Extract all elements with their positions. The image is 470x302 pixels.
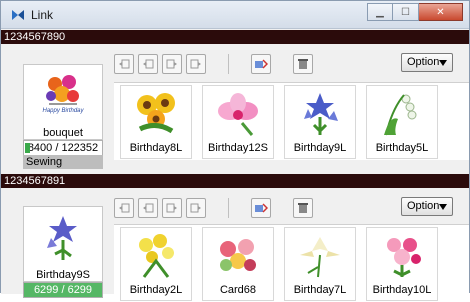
toolbar-separator bbox=[228, 54, 229, 74]
move-prev-button[interactable] bbox=[138, 198, 158, 218]
move-first-button[interactable] bbox=[114, 198, 134, 218]
move-first-button[interactable] bbox=[114, 54, 134, 74]
maximize-button[interactable]: ☐ bbox=[393, 3, 419, 21]
design-name: bouquet bbox=[43, 127, 83, 139]
queue-tile[interactable]: Birthday12S bbox=[202, 85, 274, 159]
stitch-counter: 6299 / 6299 bbox=[23, 282, 103, 298]
machine-panel: Happy Birthday bouquet 8400 / 122352 Sew… bbox=[1, 44, 469, 173]
current-design-card[interactable]: Happy Birthday bouquet bbox=[23, 64, 103, 140]
tile-label: Birthday8L bbox=[129, 142, 183, 154]
machine-id-bar: 1234567890 bbox=[1, 30, 469, 44]
move-left-one-icon bbox=[143, 203, 154, 213]
tile-label: Birthday5L bbox=[375, 142, 429, 154]
close-icon: ✕ bbox=[436, 6, 445, 18]
send-button[interactable] bbox=[251, 198, 271, 218]
minimize-icon: ▁ bbox=[376, 6, 384, 18]
svg-text:Happy Birthday: Happy Birthday bbox=[42, 108, 84, 114]
move-left-icon bbox=[119, 59, 130, 69]
send-icon bbox=[255, 203, 268, 213]
window-title: Link bbox=[31, 8, 54, 22]
chevron-down-icon bbox=[439, 204, 447, 210]
lily-of-valley-icon bbox=[384, 94, 417, 136]
current-design-card[interactable]: Birthday9S bbox=[23, 206, 103, 282]
delete-icon bbox=[298, 203, 308, 213]
close-button[interactable]: ✕ bbox=[419, 3, 463, 21]
option-dropdown[interactable]: Option bbox=[401, 197, 453, 216]
move-last-button[interactable] bbox=[186, 54, 206, 74]
machine-id-bar: 1234567891 bbox=[1, 174, 469, 188]
status-label: Sewing bbox=[23, 155, 103, 169]
tile-label: Birthday7L bbox=[293, 284, 347, 296]
tile-label: Birthday10L bbox=[372, 284, 432, 296]
toolbar bbox=[114, 198, 313, 218]
queue-tile[interactable]: Birthday8L bbox=[120, 85, 192, 159]
pink-bouquet-icon bbox=[387, 238, 421, 277]
tile-label: Card68 bbox=[219, 284, 257, 296]
design-queue: Birthday8L Birthday12S Birthday9L Birthd… bbox=[114, 82, 469, 160]
blue-flowers-icon bbox=[47, 216, 77, 260]
tile-label: Birthday12S bbox=[208, 142, 268, 154]
blue-flowers-icon bbox=[304, 93, 338, 135]
chevron-down-icon bbox=[439, 60, 447, 66]
title-bar: Link ▁ ☐ ✕ bbox=[1, 1, 469, 29]
move-next-button[interactable] bbox=[162, 54, 182, 74]
toolbar-separator bbox=[228, 198, 229, 218]
move-prev-button[interactable] bbox=[138, 54, 158, 74]
maximize-icon: ☐ bbox=[401, 6, 410, 18]
rose-bouquet-icon bbox=[220, 239, 256, 271]
queue-tile[interactable]: Birthday5L bbox=[366, 85, 438, 159]
design-queue: Birthday2L Card68 Birthday7L Birthday10L bbox=[114, 224, 469, 302]
queue-tile[interactable]: Card68 bbox=[202, 227, 274, 301]
orchid-icon bbox=[218, 93, 258, 136]
yellow-bouquet-icon bbox=[139, 234, 174, 278]
move-last-button[interactable] bbox=[186, 198, 206, 218]
send-icon bbox=[255, 59, 268, 69]
send-button[interactable] bbox=[251, 54, 271, 74]
stitch-count-text: 8400 / 122352 bbox=[27, 142, 99, 154]
stitch-count-text: 6299 / 6299 bbox=[33, 284, 93, 296]
move-next-button[interactable] bbox=[162, 198, 182, 218]
move-right-one-icon bbox=[166, 59, 177, 69]
sewing-progress-bar bbox=[25, 143, 30, 153]
option-label: Option bbox=[407, 200, 440, 212]
tile-label: Birthday9L bbox=[293, 142, 347, 154]
move-right-icon bbox=[190, 59, 201, 69]
app-logo-icon bbox=[12, 10, 24, 20]
stitch-counter: 8400 / 122352 bbox=[23, 140, 103, 156]
toolbar bbox=[114, 54, 313, 74]
move-right-icon bbox=[190, 203, 201, 213]
bouquet-thumbnail: Happy Birthday bbox=[24, 65, 102, 127]
lily-icon bbox=[300, 237, 340, 278]
queue-tile[interactable]: Birthday2L bbox=[120, 227, 192, 301]
queue-tile[interactable]: Birthday9L bbox=[284, 85, 356, 159]
queue-tile[interactable]: Birthday10L bbox=[366, 227, 438, 301]
delete-button[interactable] bbox=[293, 54, 313, 74]
delete-icon bbox=[298, 59, 308, 69]
option-dropdown[interactable]: Option bbox=[401, 53, 453, 72]
move-right-one-icon bbox=[166, 203, 177, 213]
queue-tile[interactable]: Birthday7L bbox=[284, 227, 356, 301]
tile-label: Birthday2L bbox=[129, 284, 183, 296]
option-label: Option bbox=[407, 56, 440, 68]
design-thumbnail bbox=[24, 207, 102, 269]
machine-panel: Birthday9S 6299 / 6299 Option Birthday2L… bbox=[1, 188, 469, 302]
window-controls: ▁ ☐ ✕ bbox=[367, 3, 463, 21]
sunflowers-icon bbox=[137, 93, 175, 134]
move-left-one-icon bbox=[143, 59, 154, 69]
move-left-icon bbox=[119, 203, 130, 213]
bouquet-icon: Happy Birthday bbox=[42, 75, 85, 114]
delete-button[interactable] bbox=[293, 198, 313, 218]
link-window: Link ▁ ☐ ✕ 1234567890 Happy Birthday bou… bbox=[0, 0, 470, 302]
design-name: Birthday9S bbox=[36, 269, 90, 281]
minimize-button[interactable]: ▁ bbox=[367, 3, 393, 21]
